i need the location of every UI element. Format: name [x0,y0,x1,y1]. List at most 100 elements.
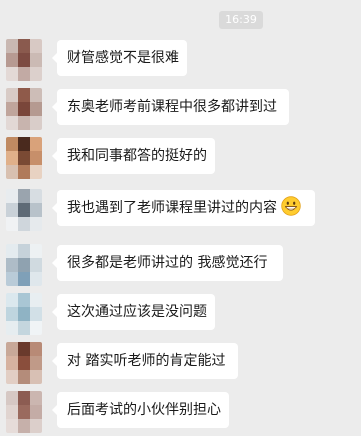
avatar-pixel [18,151,30,165]
avatar-pixel [18,116,30,130]
avatar-pixel [18,137,30,151]
avatar-pixel [6,217,18,231]
avatar-pixel [30,217,42,231]
avatar-pixel [30,258,42,272]
avatar-pixel [30,151,42,165]
message-bubble[interactable]: 我和同事都答的挺好的 [52,138,215,174]
avatar-pixel [30,244,42,258]
avatar-pixel [6,137,18,151]
avatar-pixel [6,391,18,405]
avatar-pixel [30,342,42,356]
message-text: 东奥老师考前课程中很多都讲到过 [67,99,277,115]
grinning-face-icon [281,196,301,216]
avatar-pixel [18,88,30,102]
avatar-pixel [30,370,42,384]
message-text: 我和同事都答的挺好的 [67,148,207,164]
avatar-pixel [6,370,18,384]
avatar[interactable] [6,342,42,384]
avatar-pixel [18,307,30,321]
avatar-pixel [6,102,18,116]
avatar-pixel [18,203,30,217]
avatar-pixel [6,405,18,419]
message-row: 东奥老师考前课程中很多都讲到过 [0,87,361,131]
avatar-pixel [18,217,30,231]
message-timestamp: 16:39 [219,11,263,29]
message-row: 我和同事都答的挺好的 [0,136,361,180]
avatar-pixel [30,39,42,53]
avatar-pixel [18,39,30,53]
avatar-pixel [6,116,18,130]
message-text: 财管感觉不是很难 [67,50,179,66]
avatar-pixel [30,405,42,419]
avatar[interactable] [6,39,42,81]
avatar-pixel [18,67,30,81]
avatar-pixel [18,244,30,258]
avatar-pixel [18,165,30,179]
avatar-pixel [6,39,18,53]
message-row: 财管感觉不是很难 [0,38,361,82]
avatar-pixel [30,321,42,335]
avatar-pixel [6,419,18,433]
avatar-pixel [18,342,30,356]
avatar-pixel [6,342,18,356]
avatar-pixel [18,321,30,335]
message-bubble[interactable]: 我也遇到了老师课程里讲过的内容 [52,190,315,226]
avatar[interactable] [6,88,42,130]
message-bubble[interactable]: 很多都是老师讲过的 我感觉还行 [52,245,283,281]
avatar-pixel [6,258,18,272]
avatar-pixel [18,53,30,67]
message-row: 后面考试的小伙伴别担心 [0,390,361,434]
avatar-pixel [18,272,30,286]
avatar[interactable] [6,293,42,335]
avatar-pixel [30,293,42,307]
avatar-pixel [30,272,42,286]
avatar-pixel [18,370,30,384]
avatar-pixel [6,151,18,165]
avatar[interactable] [6,137,42,179]
avatar-pixel [6,165,18,179]
avatar-pixel [18,405,30,419]
message-bubble[interactable]: 对 踏实听老师的肯定能过 [52,343,238,379]
message-bubble[interactable]: 这次通过应该是没问题 [52,294,215,330]
avatar[interactable] [6,189,42,231]
message-text: 后面考试的小伙伴别担心 [67,402,221,418]
avatar-pixel [30,67,42,81]
message-text: 很多都是老师讲过的 我感觉还行 [67,255,268,271]
avatar-pixel [30,137,42,151]
avatar-pixel [30,53,42,67]
avatar-pixel [30,116,42,130]
message-bubble[interactable]: 东奥老师考前课程中很多都讲到过 [52,89,289,125]
message-row: 这次通过应该是没问题 [0,292,361,336]
message-bubble[interactable]: 财管感觉不是很难 [52,40,187,76]
message-bubble[interactable]: 后面考试的小伙伴别担心 [52,392,229,428]
avatar-pixel [6,244,18,258]
avatar-pixel [6,321,18,335]
message-text: 我也遇到了老师课程里讲过的内容 [67,200,277,216]
message-row: 很多都是老师讲过的 我感觉还行 [0,243,361,287]
avatar-pixel [30,391,42,405]
avatar[interactable] [6,244,42,286]
avatar-pixel [30,102,42,116]
avatar-pixel [30,189,42,203]
avatar-pixel [18,102,30,116]
avatar-pixel [6,203,18,217]
avatar-pixel [30,88,42,102]
chat-view: 16:39 财管感觉不是很难 东奥老师考前课程中很多都讲到过 我和同事都答的挺好… [0,0,361,436]
avatar-pixel [18,391,30,405]
message-text: 这次通过应该是没问题 [67,304,207,320]
avatar-pixel [6,88,18,102]
message-row: 我也遇到了老师课程里讲过的内容 [0,188,361,232]
avatar-pixel [18,356,30,370]
avatar-pixel [6,67,18,81]
avatar-pixel [6,307,18,321]
avatar-pixel [30,203,42,217]
avatar[interactable] [6,391,42,433]
message-text: 对 踏实听老师的肯定能过 [67,353,226,369]
avatar-pixel [18,258,30,272]
avatar-pixel [30,419,42,433]
avatar-pixel [6,53,18,67]
avatar-pixel [18,189,30,203]
avatar-pixel [6,356,18,370]
avatar-pixel [30,165,42,179]
avatar-pixel [18,419,30,433]
